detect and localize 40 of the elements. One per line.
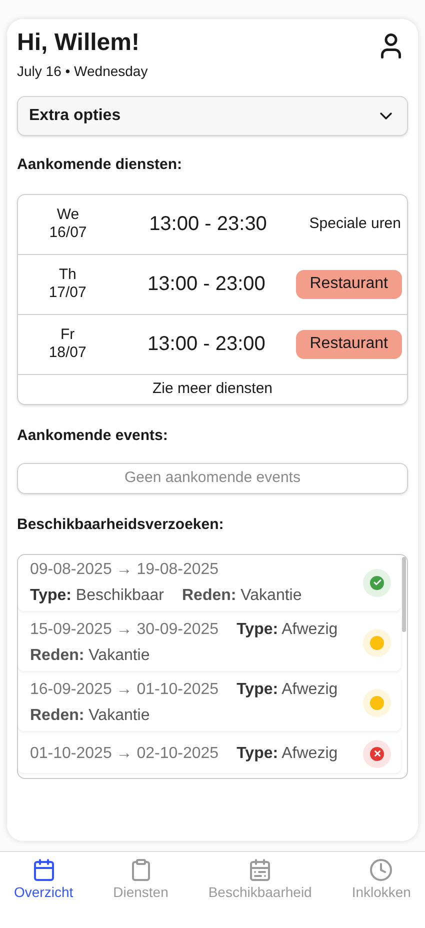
- nav-tab[interactable]: Overzicht: [14, 858, 74, 903]
- date-range: 01-10-2025 → 02-10-2025: [30, 744, 219, 764]
- request-card[interactable]: 01-10-2025 → 02-10-2025 Type: Afwezig: [18, 734, 401, 772]
- scrollbar-thumb[interactable]: [402, 556, 406, 632]
- shift-date: 18/07: [48, 344, 86, 362]
- shift-time: 13:00 - 23:30: [148, 212, 268, 237]
- request-type: Type: Afwezig: [236, 744, 338, 764]
- greeting: Hi, Willem!: [17, 29, 140, 57]
- date-range: 16-09-2025 → 01-10-2025: [30, 680, 219, 700]
- date-range: 15-09-2025 → 30-09-2025: [30, 620, 219, 640]
- department-tag: Restaurant: [296, 270, 402, 298]
- request-card[interactable]: 15-09-2025 → 30-09-2025 Type: Afwezig Reden: Vakantie: [18, 614, 401, 670]
- extra-options-dropdown[interactable]: Extra opties: [17, 96, 408, 136]
- shift-day: Th: [58, 266, 76, 284]
- request-reason: Reden: Vakantie: [30, 646, 150, 666]
- request-type: Type: Afwezig: [236, 680, 338, 700]
- see-more-shifts-link[interactable]: Zie meer diensten: [18, 374, 407, 404]
- shift-day: Fr: [60, 326, 75, 344]
- date-range: 09-08-2025 → 19-08-2025: [30, 560, 219, 580]
- request-type: Type: Beschikbaar: [30, 586, 164, 606]
- date-text: July 16 • Wednesday: [17, 62, 148, 81]
- request-reason: Reden: Vakantie: [30, 706, 150, 726]
- shift-note: Speciale uren: [309, 214, 402, 234]
- section-title: Beschikbaarheidsverzoeken:: [17, 515, 225, 535]
- department-tag: Restaurant: [296, 330, 402, 358]
- request-type: Type: Afwezig: [236, 620, 338, 640]
- request-card[interactable]: 09-08-2025 → 19-08-2025 Type: Beschikbaar Reden: Vakantie: [18, 554, 401, 610]
- section-title: Aankomende events:: [17, 426, 169, 446]
- shift-time: 13:00 - 23:00: [146, 272, 266, 297]
- shift-date: 17/07: [48, 284, 86, 302]
- clock-icon: [369, 858, 394, 882]
- request-card[interactable]: 16-09-2025 → 01-10-2025 Type: Afwezig Reden: Vakantie: [18, 674, 401, 730]
- calendar-icon: [248, 858, 272, 882]
- shift-day: We: [56, 206, 80, 224]
- request-reason: Reden: Vakantie: [182, 586, 302, 606]
- calendar-icon: [32, 858, 56, 882]
- shift-time: 13:00 - 23:00: [146, 332, 266, 357]
- empty-events-message: Geen aankomende events: [17, 463, 408, 494]
- section-title: Aankomende diensten:: [17, 155, 184, 175]
- shift-date: 16/07: [49, 224, 87, 242]
